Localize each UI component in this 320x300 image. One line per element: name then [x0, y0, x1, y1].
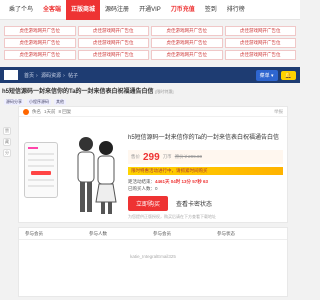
column-header: 参与会员 — [25, 230, 43, 236]
product-info: h5短信源码一封来信你的Ta的一封来信表白祝福通告白信 售价 299 刀币 原价… — [128, 132, 283, 220]
ad-slot[interactable]: 虎佳游戏网开广告位 — [224, 38, 296, 48]
column-header: 参与会员 — [153, 230, 171, 236]
ad-slot[interactable]: 虎佳游戏网开广告位 — [77, 38, 149, 48]
share-icon[interactable]: 分 — [3, 149, 11, 157]
post-time: 1天前 — [44, 108, 56, 114]
category-tag[interactable]: 小程序源码 — [27, 99, 51, 105]
countdown-value: 4461天 04时 13分 57秒 63 — [155, 179, 209, 184]
column-header: 参与状态 — [217, 230, 235, 236]
countdown-label: 距活动结束： — [128, 179, 155, 184]
bell-icon: 🔔 — [284, 72, 292, 79]
header-bar: 首页 › 源码资源 › 帖子 菜单 ▾ 🔔 — [0, 67, 300, 83]
ad-slot[interactable]: 虎佳游戏网开广告位 — [151, 38, 223, 48]
top-nav: 乘了个鸟 全客端 正版商城 源码注册 开通VIP 刀币充值 签到 排行榜 — [0, 0, 300, 20]
buy-button[interactable]: 立即购买 — [128, 196, 169, 211]
breadcrumb: 首页 › 源码资源 › 帖子 — [24, 72, 79, 79]
promo-banner: 限时特惠活动进行中，请抓紧时间购买 — [128, 167, 283, 175]
original-price: 原价￥299.00 — [174, 154, 202, 159]
ad-slot[interactable]: 虎佳游戏网开广告位 — [224, 26, 296, 36]
ad-slot[interactable]: 虎佳游戏网开广告位 — [77, 50, 149, 60]
card-status-link[interactable]: 查看卡密状态 — [176, 199, 212, 208]
ad-grid: 虎佳游戏网开广告位 虎佳游戏网开广告位 虎佳游戏网开广告位 虎佳游戏网开广告位 … — [4, 26, 296, 60]
page-title: h5短信源码一封来信你的Ta的一封来信表白祝福通告白信 [限时特惠] — [0, 86, 300, 97]
price-row: 售价 299 刀币 原价￥299.00 — [128, 150, 283, 164]
phone-mockup — [24, 142, 58, 198]
price-label: 售价 — [131, 154, 140, 159]
column-header: 参与人数 — [89, 230, 107, 236]
purchase-note: 为您提供正版授权，购买后请在下方查看下载地址 — [128, 214, 216, 219]
countdown: 距活动结束：4461天 04时 13分 57秒 63 — [128, 179, 283, 186]
nav-item-register[interactable]: 源码注册 — [100, 0, 134, 20]
product-preview — [24, 128, 124, 220]
author-name[interactable]: 佚名 — [32, 109, 41, 115]
table-row: katie_IntegralEmail325 — [130, 254, 176, 259]
ad-slot[interactable]: 虎佳游戏网开广告位 — [4, 50, 76, 60]
nav-item-vip[interactable]: 开通VIP — [134, 0, 166, 20]
menu-button[interactable]: 菜单 ▾ — [255, 69, 278, 81]
nav-item-ranking[interactable]: 排行榜 — [222, 0, 250, 20]
nav-item-store[interactable]: 正版商城 — [66, 0, 101, 20]
notification-button[interactable]: 🔔 — [280, 70, 296, 80]
price-value: 299 — [143, 151, 160, 163]
page-title-tag: [限时特惠] — [155, 89, 174, 94]
table-header: 参与会员 参与人数 参与会员 参与状态 — [19, 228, 287, 240]
reply-count: 8 回复 — [58, 108, 72, 114]
price-unit: 刀币 — [162, 154, 172, 159]
breadcrumb-current: 帖子 — [68, 72, 79, 79]
post-meta: 佚名 1天前 8 回复 举报 — [19, 107, 287, 117]
ad-slot[interactable]: 虎佳游戏网开广告位 — [151, 26, 223, 36]
couple-illustration — [77, 137, 117, 214]
side-actions: 赞 藏 分 — [3, 127, 11, 157]
breadcrumb-section[interactable]: 源码资源 — [41, 73, 61, 79]
menu-label: 菜单 — [259, 72, 270, 79]
favorite-icon[interactable]: 藏 — [3, 138, 11, 146]
participants-table: 参与会员 参与人数 参与会员 参与状态 katie_IntegralEmail3… — [18, 227, 288, 297]
ad-slot[interactable]: 虎佳游戏网开广告位 — [4, 38, 76, 48]
sales-count: 已购买人数：0 — [128, 186, 158, 191]
nav-item-recharge[interactable]: 刀币充值 — [166, 0, 200, 20]
product-title: h5短信源码一封来信你的Ta的一封来信表白祝福通告白信 — [128, 135, 280, 141]
report-link[interactable]: 举报 — [274, 109, 283, 115]
ad-slot[interactable]: 虎佳游戏网开广告位 — [224, 50, 296, 60]
nav-item-client[interactable]: 全客端 — [38, 0, 66, 20]
like-icon[interactable]: 赞 — [3, 127, 11, 135]
avatar[interactable] — [23, 108, 29, 115]
category-tag[interactable]: 其他 — [54, 99, 66, 105]
page-title-text: h5短信源码一封来信你的Ta的一封来信表白祝福通告白信 — [2, 89, 154, 95]
breadcrumb-home[interactable]: 首页 — [24, 73, 34, 79]
site-logo[interactable] — [4, 70, 18, 80]
ad-slot[interactable]: 虎佳游戏网开广告位 — [4, 26, 76, 36]
ad-slot[interactable]: 虎佳游戏网开广告位 — [77, 26, 149, 36]
category-tag[interactable]: 源码分享 — [4, 99, 24, 105]
nav-item-signin[interactable]: 签到 — [200, 0, 222, 20]
nav-item-brand[interactable]: 乘了个鸟 — [4, 0, 38, 20]
ad-slot[interactable]: 虎佳游戏网开广告位 — [151, 50, 223, 60]
